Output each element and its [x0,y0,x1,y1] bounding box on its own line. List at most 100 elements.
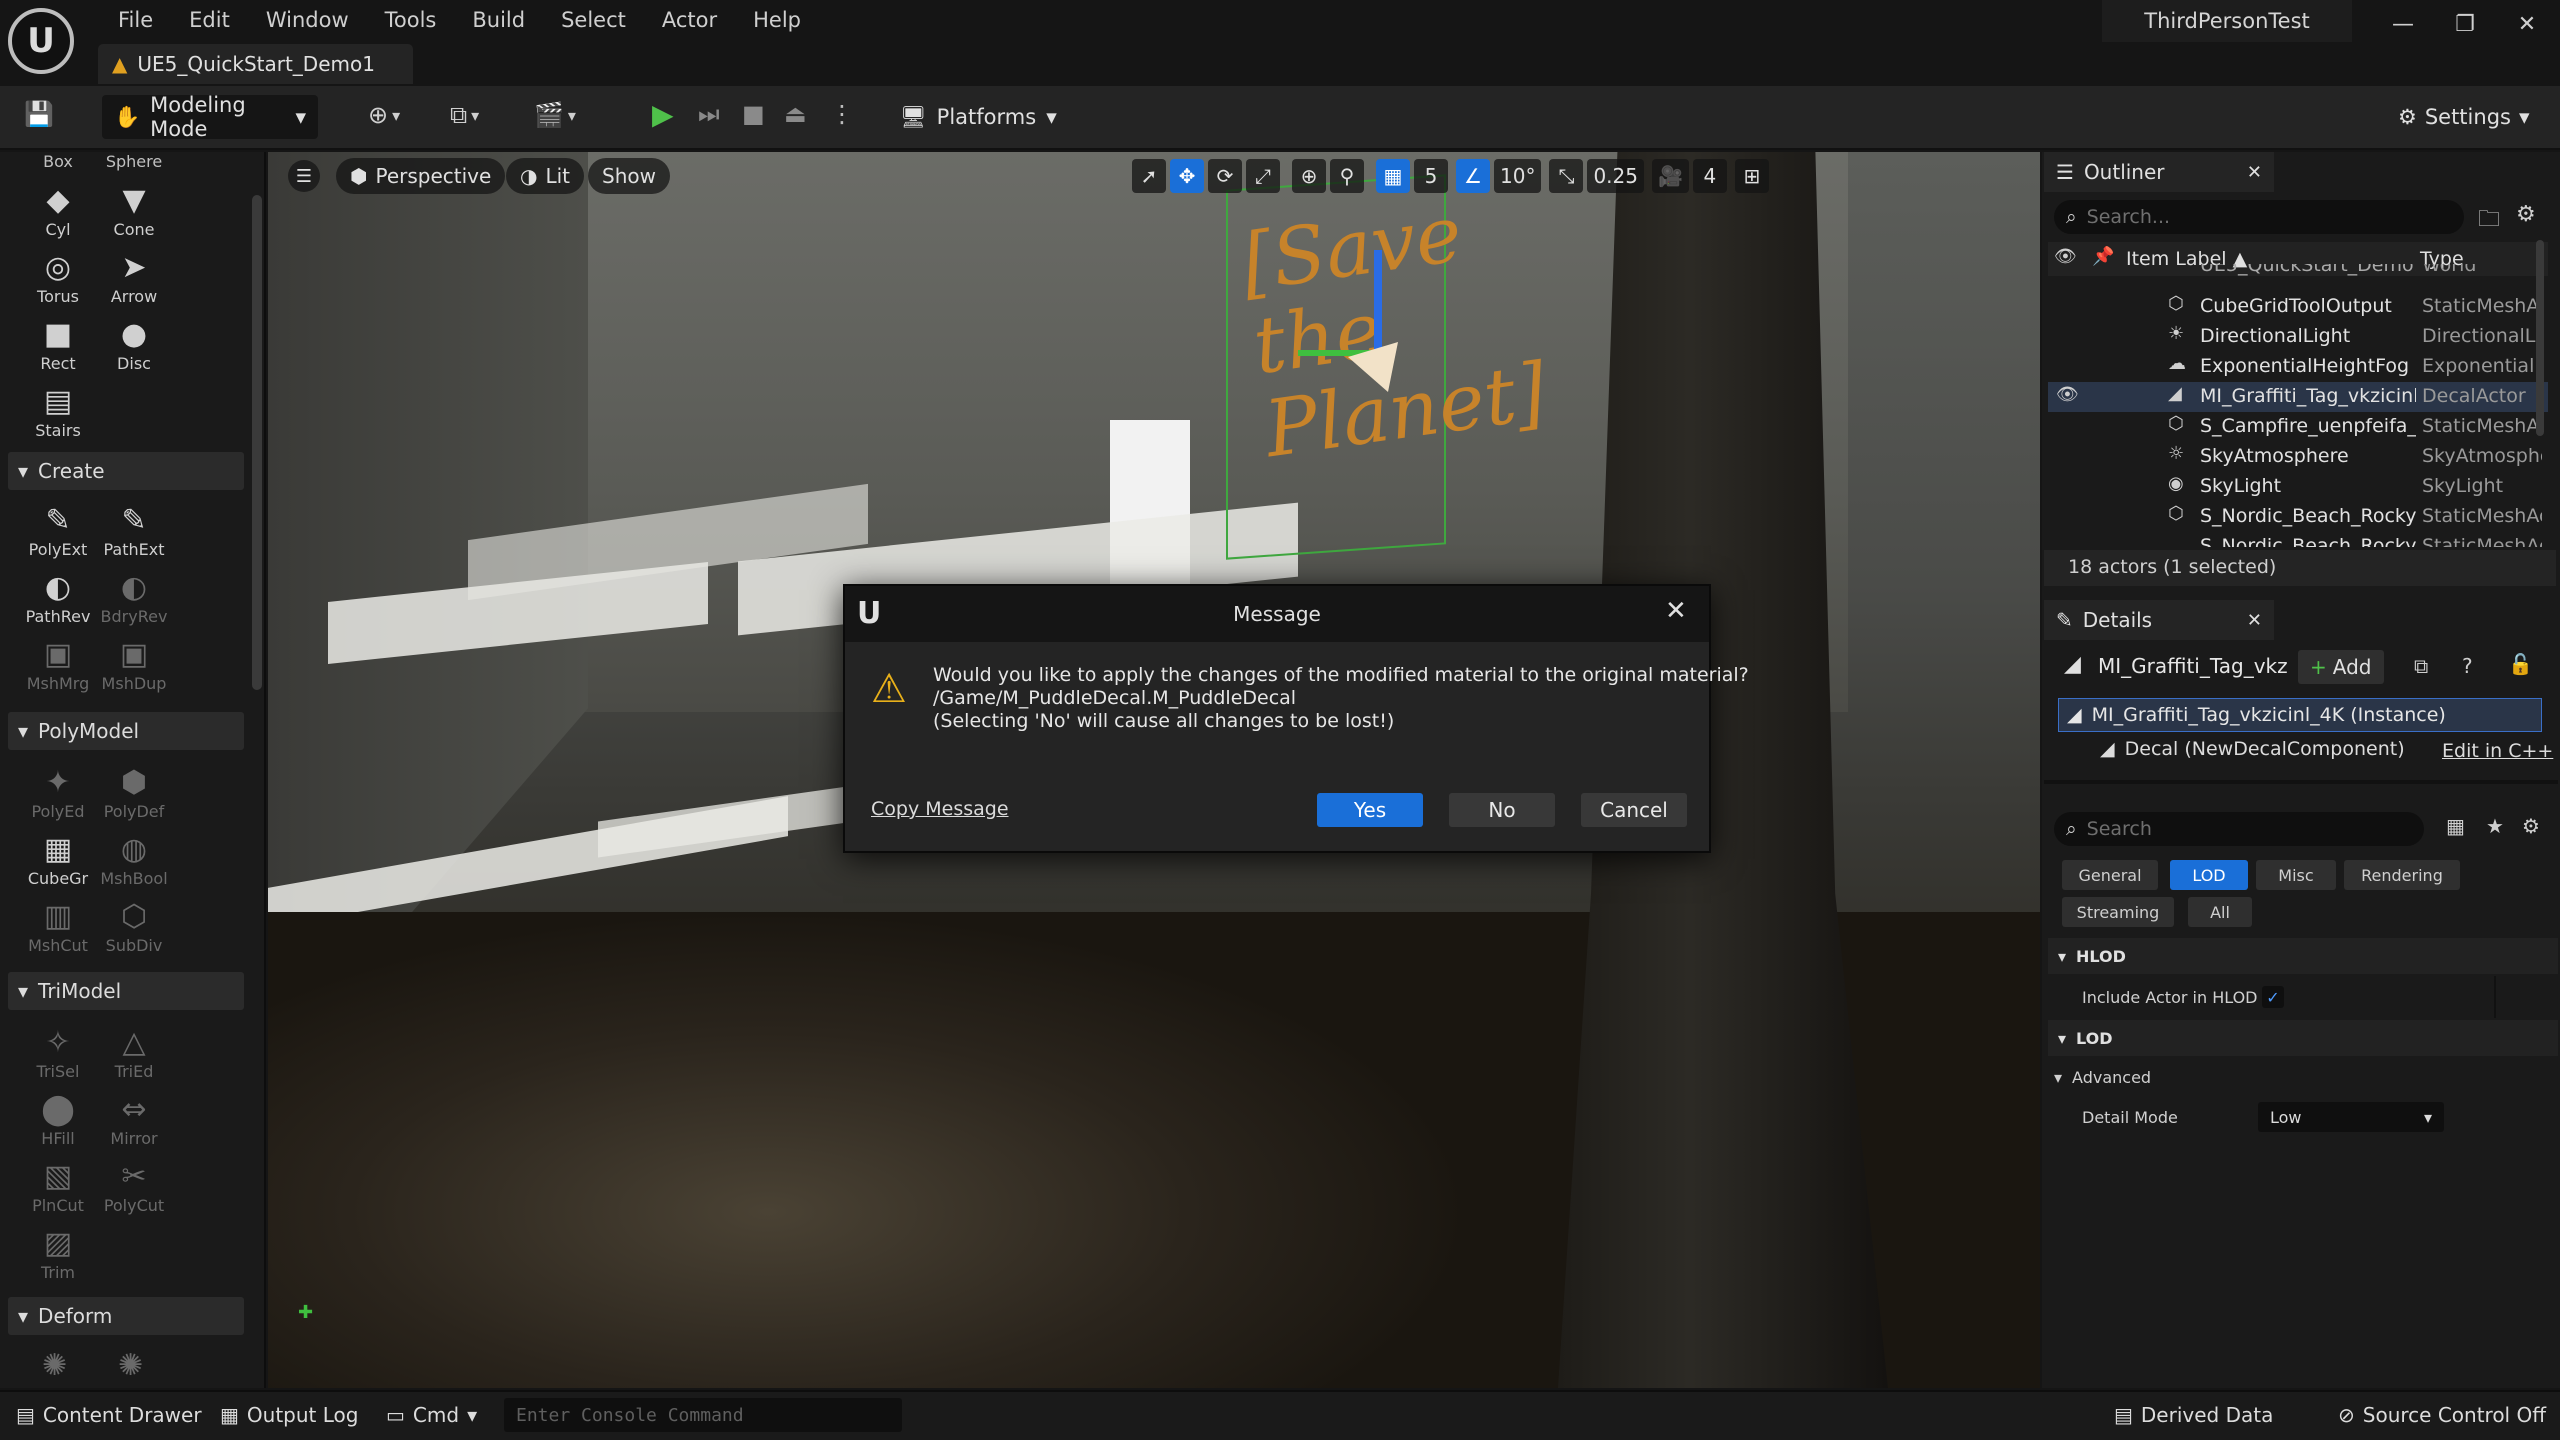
surface-snap-icon[interactable]: ⚲ [1330,159,1364,193]
tool-box[interactable]: Box [22,152,94,171]
palette-scrollbar[interactable] [252,195,262,690]
filter-misc[interactable]: Misc [2256,860,2336,890]
edit-in-cpp-link[interactable]: Edit in C++ [2442,740,2553,762]
world-space-icon[interactable]: ⊕ [1292,159,1326,193]
output-log-button[interactable]: ▦ Output Log [220,1398,358,1432]
minimize-button[interactable]: — [2378,6,2428,42]
viewport-layout-icon[interactable]: ⊞ [1734,159,1769,193]
close-icon[interactable]: ✕ [1665,596,1687,626]
tool-hfill[interactable]: ⬤ HFill [22,1091,94,1148]
filter-all[interactable]: All [2188,897,2252,927]
tool-cyl[interactable]: ◆ Cyl [22,182,94,239]
angle-snap-icon[interactable]: ∠ [1456,159,1490,193]
close-icon[interactable]: ✕ [2247,162,2262,183]
cancel-button[interactable]: Cancel [1581,793,1687,827]
tool-arrow[interactable]: ➤ Arrow [98,249,170,306]
camera-speed-value[interactable]: 4 [1692,159,1727,193]
more-options-icon[interactable]: ⋮ [830,100,854,128]
outliner-row[interactable]: ⬡ S_Campfire_uenpfeifa_l StaticMeshActor [2048,412,2548,442]
section-create[interactable]: ▾ Create [8,452,244,490]
tool-rect[interactable]: ■ Rect [22,316,94,373]
close-icon[interactable]: ✕ [2247,610,2262,631]
perspective-button[interactable]: ⬢ Perspective [336,158,506,194]
category-lod[interactable]: ▾ LOD [2048,1020,2558,1056]
stop-icon[interactable]: ■ [742,100,765,128]
add-component-button[interactable]: + Add [2298,650,2384,684]
tool-sphere[interactable]: Sphere [98,152,170,171]
outliner-row[interactable]: ☼ SkyAtmosphere SkyAtmosphere [2048,442,2548,472]
scale-snap-icon[interactable]: ⤡ [1549,159,1584,193]
outliner-row[interactable]: ◉ SkyLight SkyLight [2048,472,2548,502]
grid-snap-icon[interactable]: ▦ [1376,159,1410,193]
tool-mshmrg[interactable]: ▣ MshMrg [22,636,94,693]
tool-mshbool[interactable]: ◍ MshBool [98,831,170,888]
tool-mirror[interactable]: ⇔ Mirror [98,1091,170,1148]
tool-mshcut[interactable]: ▥ MshCut [22,898,94,955]
outliner-row-partial[interactable]: S_Nordic_Beach_Rocky_ StaticMeshActor [2048,535,2548,547]
menu-tools[interactable]: Tools [367,4,455,36]
add-content-button[interactable]: ⊕ ▾ [368,101,400,129]
viewport-menu-icon[interactable]: ☰ [288,160,320,192]
tool-trisel[interactable]: ✧ TriSel [22,1024,94,1081]
outliner-row[interactable]: ☁ ExponentialHeightFog ExponentialHeightFo… [2048,352,2548,382]
outliner-row[interactable]: ☀ DirectionalLight DirectionalLight [2048,322,2548,352]
star-icon[interactable]: ★ [2486,814,2504,838]
derived-data-button[interactable]: ▤ Derived Data [2114,1398,2273,1432]
details-tab[interactable]: ✎ Details ✕ [2044,600,2274,640]
tool-trim[interactable]: ▨ Trim [22,1225,94,1282]
details-search-input[interactable]: ⌕ Search [2054,812,2424,846]
tool-pathrev[interactable]: ◐ PathRev [22,569,94,626]
outliner-row-world[interactable]: UE5_QuickStart_Demo1 (Editor) World [2048,264,2548,282]
outliner-search-input[interactable]: ⌕ Search... [2054,200,2464,234]
section-deform[interactable]: ▾ Deform [8,1297,244,1335]
menu-select[interactable]: Select [543,4,644,36]
lit-button[interactable]: ◑ Lit [506,158,584,194]
angle-snap-value[interactable]: 10° [1494,159,1542,193]
level-tab[interactable]: ▲ UE5_QuickStart_Demo1 [98,44,413,84]
table-view-icon[interactable]: ▦ [2446,814,2465,838]
tool-tried[interactable]: △ TriEd [98,1024,170,1081]
outliner-row[interactable]: 👁 ◢ MI_Graffiti_Tag_vkzicinl DecalActor [2048,382,2548,412]
select-mode-icon[interactable]: ➚ [1132,159,1166,193]
cinematics-button[interactable]: 🎬 ▾ [534,101,576,129]
translate-mode-icon[interactable]: ✥ [1170,159,1204,193]
no-button[interactable]: No [1449,793,1555,827]
section-trimodel[interactable]: ▾ TriModel [8,972,244,1010]
tool-polyed[interactable]: ✦ PolyEd [22,764,94,821]
unreal-logo-icon[interactable]: U [8,8,74,74]
copy-message-link[interactable]: Copy Message [871,798,1009,820]
save-icon[interactable]: 💾 [24,100,54,128]
tool-cubegr[interactable]: ▦ CubeGr [22,831,94,888]
settings-button[interactable]: ⚙ Settings ▾ [2398,95,2530,139]
help-icon[interactable]: ? [2462,654,2473,678]
outliner-scrollbar[interactable] [2536,240,2544,436]
eject-icon[interactable]: ⏏ [784,100,807,128]
gear-icon[interactable]: ⚙ [2516,202,2536,227]
show-button[interactable]: Show [588,158,670,194]
mode-selector[interactable]: ✋ Modeling Mode ▾ [102,93,318,141]
tool-stairs[interactable]: ▤ Stairs [22,383,94,440]
menu-window[interactable]: Window [248,4,367,36]
restore-button[interactable]: ❐ [2440,6,2490,42]
tool-polyext[interactable]: ✎ PolyExt [22,502,94,559]
rotate-mode-icon[interactable]: ⟳ [1208,159,1242,193]
content-drawer-button[interactable]: ▤ Content Drawer [16,1398,202,1432]
component-decal-row[interactable]: ◢ Decal (NewDecalComponent) [2100,738,2405,760]
platforms-button[interactable]: 🖥 Platforms ▾ [900,95,1057,139]
tool-subdiv[interactable]: ⬡ SubDiv [98,898,170,955]
play-icon[interactable]: ▶ [652,98,674,131]
camera-speed-icon[interactable]: 🎥 [1651,159,1689,193]
grid-snap-value[interactable]: 5 [1414,159,1448,193]
menu-build[interactable]: Build [454,4,543,36]
detail-mode-dropdown[interactable]: Low ▾ [2258,1102,2444,1132]
tool-polydef[interactable]: ⬢ PolyDef [98,764,170,821]
filter-streaming[interactable]: Streaming [2062,897,2174,927]
filter-lod[interactable]: LOD [2170,860,2248,890]
filter-general[interactable]: General [2062,860,2158,890]
tool-bdryrev[interactable]: ◐ BdryRev [98,569,170,626]
menu-help[interactable]: Help [735,4,819,36]
scale-mode-icon[interactable]: ⤢ [1246,159,1280,193]
outliner-tab[interactable]: ☰ Outliner ✕ [2044,152,2274,192]
section-polymodel[interactable]: ▾ PolyModel [8,712,244,750]
add-folder-icon[interactable]: 🗀 [2478,202,2500,240]
